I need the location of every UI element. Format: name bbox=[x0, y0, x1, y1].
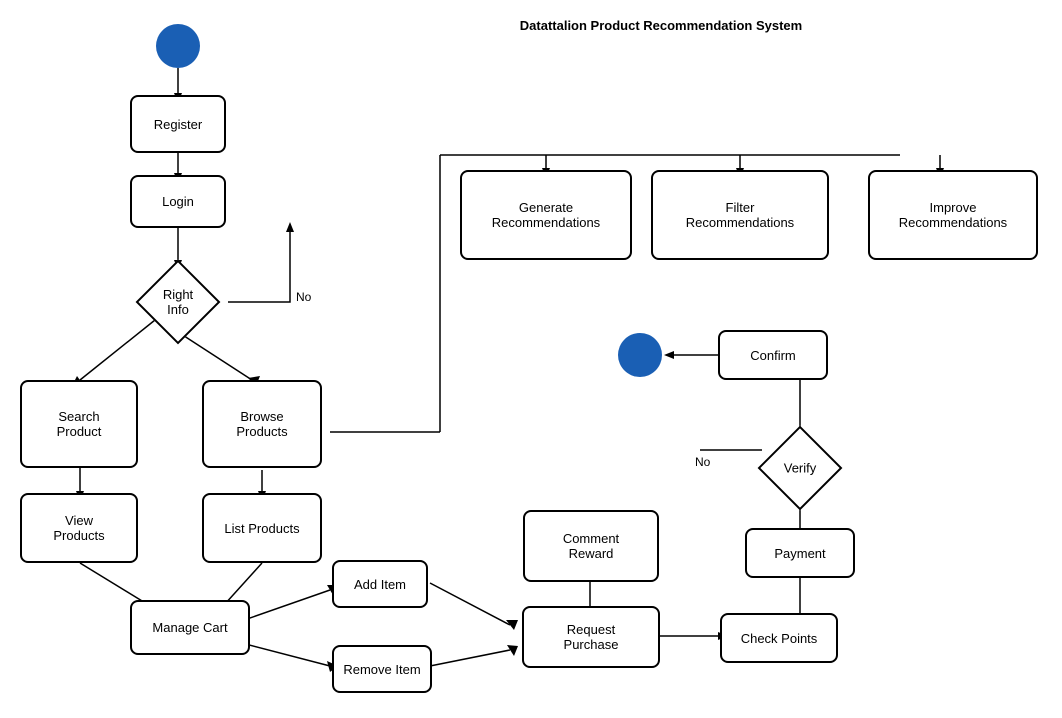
add-item-node: Add Item bbox=[332, 560, 428, 608]
right-info-diamond: RightInfo bbox=[128, 262, 228, 342]
no-label-right-info: No bbox=[296, 290, 311, 304]
comment-reward-node: CommentReward bbox=[523, 510, 659, 582]
request-purchase-node: RequestPurchase bbox=[522, 606, 660, 668]
end-circle bbox=[618, 333, 662, 377]
register-node: Register bbox=[130, 95, 226, 153]
filter-recommendations-node: FilterRecommendations bbox=[651, 170, 829, 260]
improve-recommendations-node: ImproveRecommendations bbox=[868, 170, 1038, 260]
verify-diamond: Verify bbox=[750, 428, 850, 508]
check-points-node: Check Points bbox=[720, 613, 838, 663]
confirm-node: Confirm bbox=[718, 330, 828, 380]
list-products-node: List Products bbox=[202, 493, 322, 563]
manage-cart-node: Manage Cart bbox=[130, 600, 250, 655]
browse-products-node: BrowseProducts bbox=[202, 380, 322, 468]
start-circle bbox=[156, 24, 200, 68]
diagram: Datattalion Product Recommendation Syste… bbox=[0, 0, 1062, 718]
remove-item-node: Remove Item bbox=[332, 645, 432, 693]
login-node: Login bbox=[130, 175, 226, 228]
generate-recommendations-node: GenerateRecommendations bbox=[460, 170, 632, 260]
page-title: Datattalion Product Recommendation Syste… bbox=[280, 18, 1042, 33]
payment-node: Payment bbox=[745, 528, 855, 578]
no-label-verify: No bbox=[695, 455, 710, 469]
search-product-node: SearchProduct bbox=[20, 380, 138, 468]
view-products-node: ViewProducts bbox=[20, 493, 138, 563]
